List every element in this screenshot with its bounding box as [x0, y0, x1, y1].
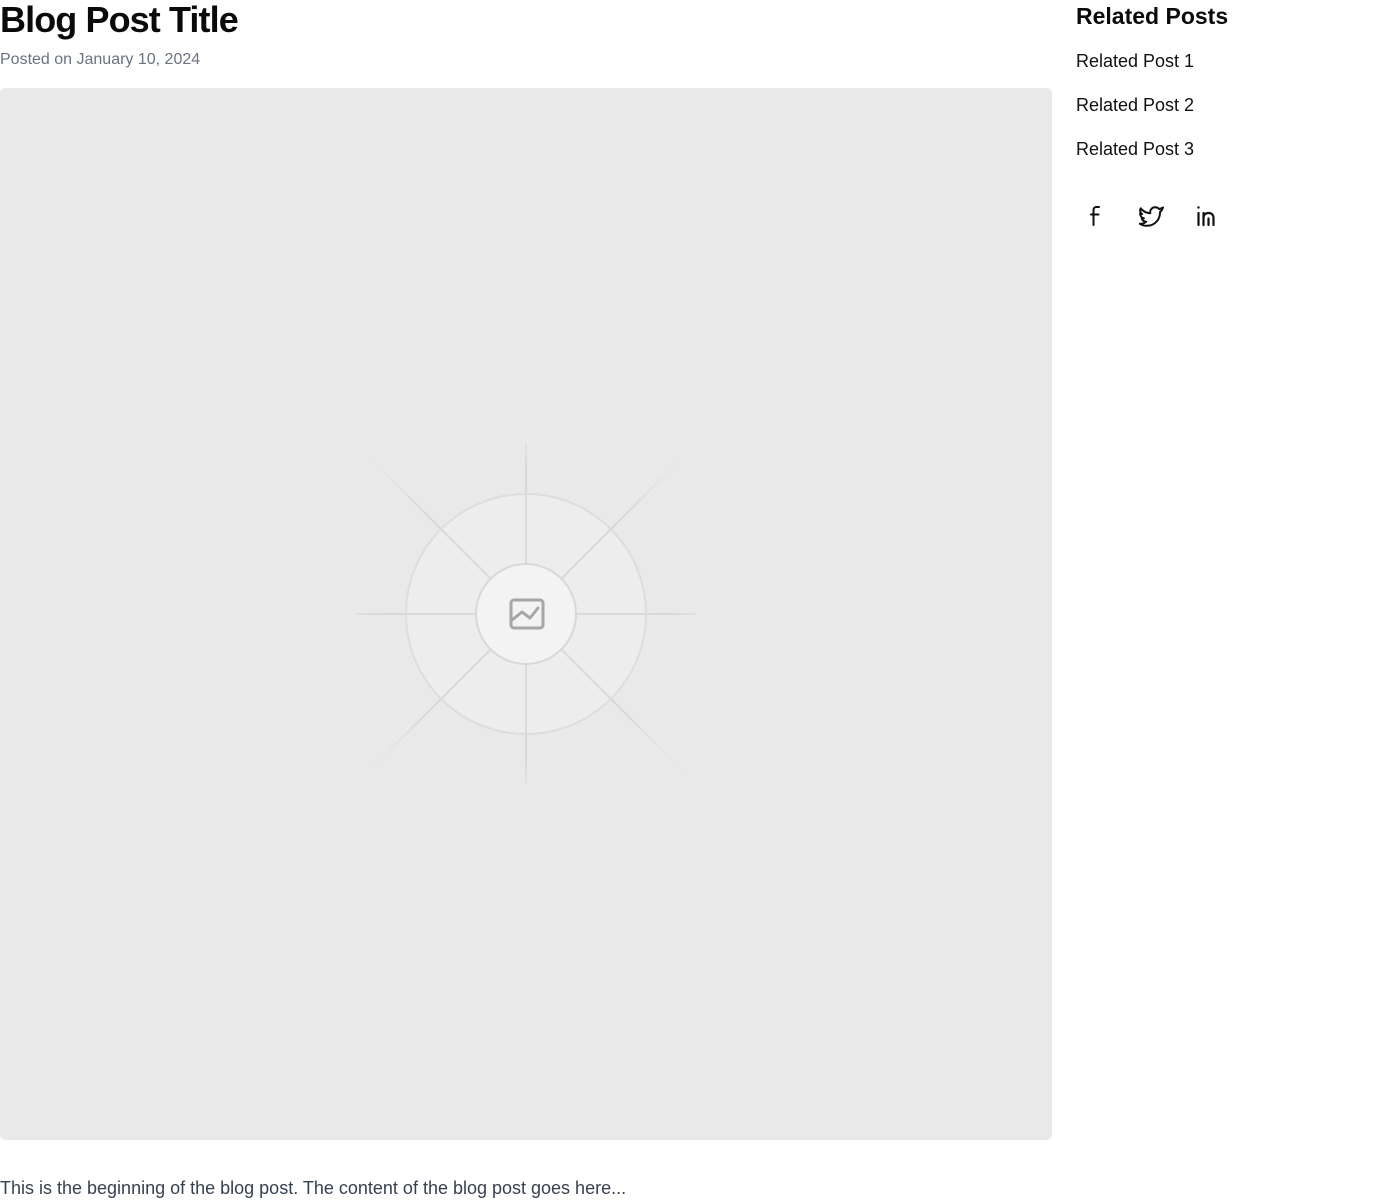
twitter-button[interactable] [1132, 196, 1172, 236]
list-item: Related Post 1 [1076, 50, 1194, 94]
related-posts-heading: Related Posts [1076, 3, 1229, 29]
list-item: Related Post 3 [1076, 138, 1194, 182]
social-share-links [1076, 196, 1244, 236]
featured-image [0, 88, 1052, 1140]
related-post-link-3[interactable]: Related Post 3 [1076, 138, 1194, 160]
post-title: Blog Post Title [0, 0, 239, 40]
facebook-icon [1090, 206, 1100, 226]
related-post-link-2[interactable]: Related Post 2 [1076, 94, 1194, 116]
linkedin-button[interactable] [1188, 196, 1228, 236]
related-post-link-1[interactable]: Related Post 1 [1076, 50, 1194, 72]
linkedin-icon [1197, 206, 1215, 227]
post-date: Posted on January 10, 2024 [0, 51, 201, 68]
post-body: This is the beginning of the blog post. … [0, 1178, 627, 1198]
twitter-icon [1139, 206, 1164, 227]
list-item: Related Post 2 [1076, 94, 1194, 138]
facebook-button[interactable] [1076, 196, 1116, 236]
related-posts-list: Related Post 1 Related Post 2 Related Po… [1076, 50, 1194, 182]
image-placeholder-graphic [355, 443, 697, 785]
